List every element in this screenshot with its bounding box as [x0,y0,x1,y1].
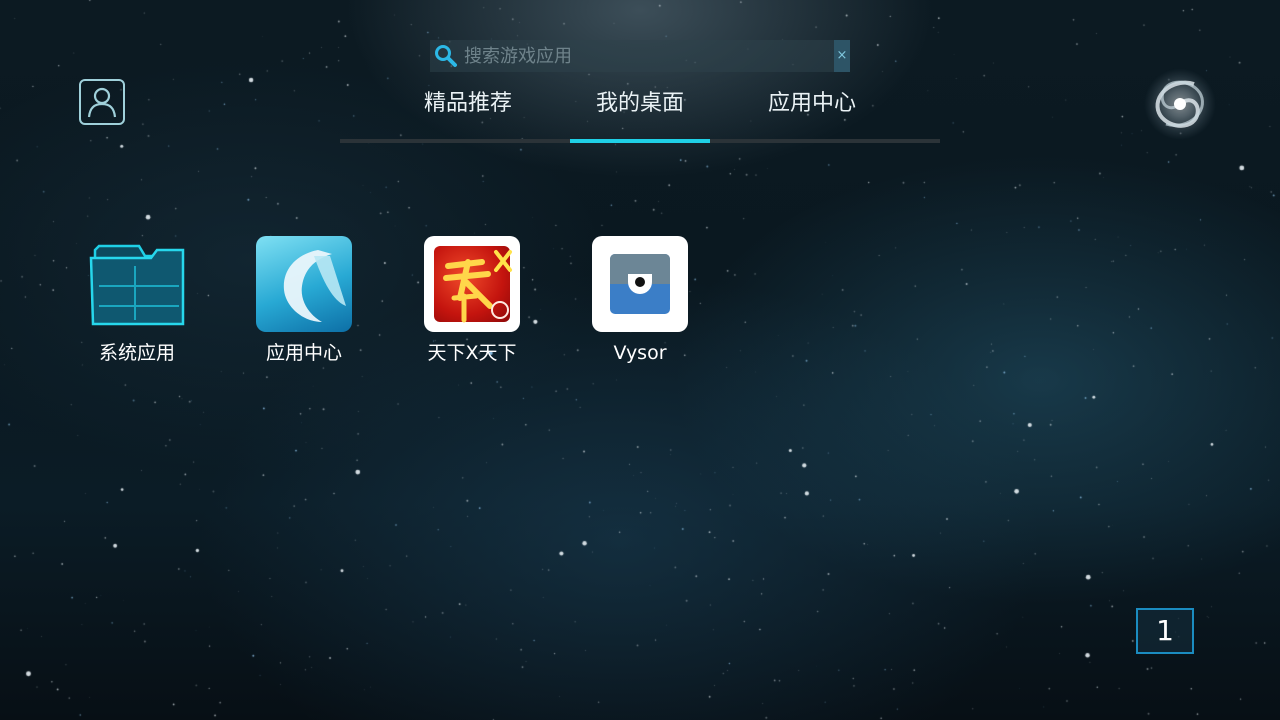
app-label: 系统应用 [98,342,175,364]
folder-icon [89,236,185,332]
tab-my-desktop[interactable]: 我的桌面 [560,84,720,124]
vysor-icon [592,236,688,332]
tab-bar: 精品推荐 我的桌面 应用中心 [340,84,940,144]
search-bar[interactable]: × [430,40,850,72]
user-profile-icon [87,87,117,118]
clear-search-button[interactable]: × [834,40,850,72]
app-tianxia[interactable]: 天下X天下 [392,236,552,366]
app-label: Vysor [613,342,667,364]
app-label: 天下X天下 [427,342,517,364]
app-system-apps[interactable]: 系统应用 [57,236,217,366]
user-profile-button[interactable] [79,79,125,125]
search-icon[interactable] [430,40,462,72]
app-center-icon [256,236,352,332]
app-label: 应用中心 [265,342,342,364]
app-application-center[interactable]: 应用中心 [224,236,384,366]
tianxia-game-icon [424,236,520,332]
page-indicator[interactable]: 1 [1136,608,1194,654]
app-vysor[interactable]: Vysor [560,236,720,366]
tab-app-center[interactable]: 应用中心 [732,84,892,124]
tab-featured[interactable]: 精品推荐 [388,84,548,124]
galaxy-logo-icon[interactable] [1140,64,1220,144]
active-tab-indicator [570,139,710,143]
search-input[interactable] [462,45,834,67]
